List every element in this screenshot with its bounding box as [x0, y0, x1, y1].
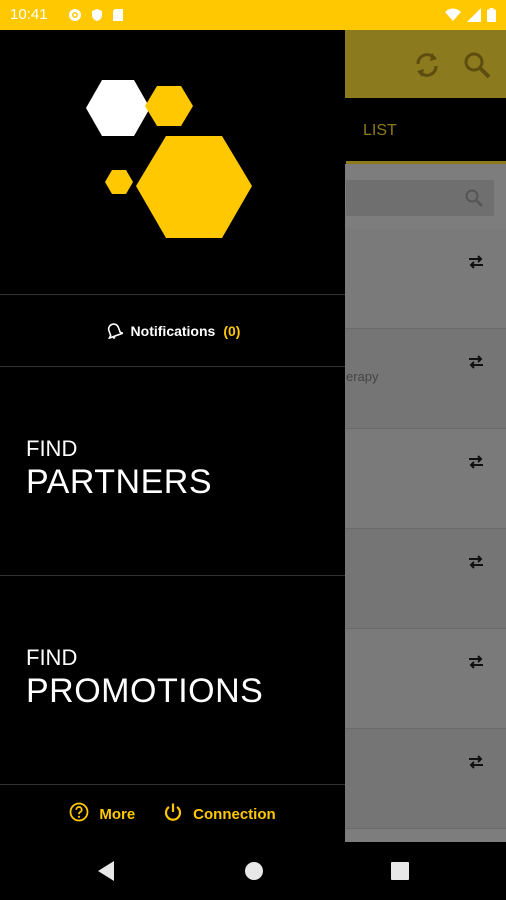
divider [0, 575, 345, 576]
more-button[interactable]: More [69, 802, 135, 826]
battery-icon [487, 8, 496, 27]
notifications-count: (0) [223, 323, 241, 339]
system-nav-bar [0, 842, 506, 900]
list-item-subtitle: erapy [346, 369, 379, 384]
find-promotions-small: FIND [26, 645, 78, 670]
divider [0, 366, 345, 367]
search-icon [464, 188, 484, 213]
swap-icon[interactable] [468, 655, 484, 674]
swap-icon[interactable] [468, 355, 484, 374]
connection-label: Connection [193, 805, 276, 823]
tab-indicator [346, 161, 506, 164]
power-icon [163, 802, 183, 826]
navigation-drawer: Notifications (0) FIND PARTNERS FIND PRO… [0, 30, 345, 842]
swap-icon[interactable] [468, 755, 484, 774]
settings-icon [68, 8, 82, 27]
back-icon[interactable] [96, 860, 116, 887]
more-label: More [99, 805, 136, 823]
find-promotions-item[interactable]: FIND PROMOTIONS [26, 645, 263, 711]
search-icon[interactable] [462, 50, 492, 85]
find-partners-small: FIND [26, 436, 78, 461]
swap-icon[interactable] [468, 255, 484, 274]
swap-icon[interactable] [468, 555, 484, 574]
shield-icon [90, 8, 104, 27]
hexagon-logo [0, 30, 345, 294]
find-partners-item[interactable]: FIND PARTNERS [26, 436, 212, 502]
status-bar: 10:41 [0, 0, 506, 30]
refresh-icon[interactable] [412, 50, 442, 85]
swap-icon[interactable] [468, 455, 484, 474]
find-partners-big: PARTNERS [26, 463, 213, 501]
cellular-icon [467, 8, 481, 27]
help-circle-icon [69, 802, 89, 826]
bell-icon [105, 321, 125, 342]
connection-button[interactable]: Connection [163, 802, 276, 826]
wifi-icon [445, 8, 461, 27]
status-time: 10:41 [10, 6, 48, 23]
find-promotions-big: PROMOTIONS [26, 672, 264, 710]
notifications-item[interactable]: Notifications (0) [0, 296, 345, 366]
list-search-bar[interactable] [346, 180, 494, 216]
home-icon[interactable] [244, 860, 264, 887]
notifications-label: Notifications [130, 323, 216, 339]
divider [0, 784, 345, 785]
divider [0, 294, 345, 295]
drawer-footer: More Connection [0, 786, 345, 842]
sd-card-icon [112, 8, 124, 27]
tab-list[interactable]: LIST [363, 122, 397, 140]
recents-icon[interactable] [390, 860, 410, 887]
